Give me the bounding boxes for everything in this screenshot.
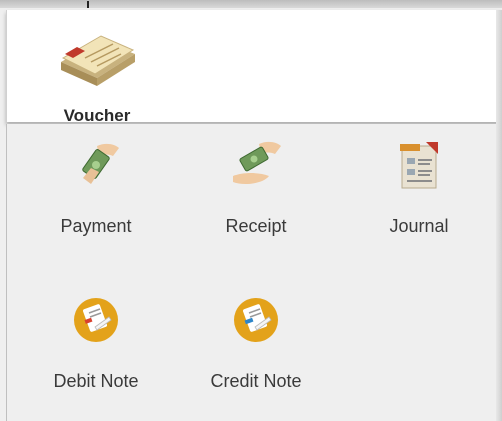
receipt-hands-cash-icon	[233, 141, 281, 184]
cheque-book-icon	[61, 35, 135, 86]
app-frame: Voucher Payment Receipt Journal Debit No…	[0, 0, 502, 421]
credit-note-item[interactable]: Credit Note	[181, 279, 331, 391]
text-cursor	[87, 1, 89, 8]
voucher-menu: Payment Receipt Journal Debit Note Credi…	[6, 124, 497, 421]
receipt-label: Receipt	[225, 216, 287, 236]
credit-note-label: Credit Note	[210, 371, 302, 391]
journal-item[interactable]: Journal	[344, 124, 494, 236]
payment-hand-cash-icon	[82, 143, 119, 184]
receipt-item[interactable]: Receipt	[181, 124, 331, 236]
payment-label: Payment	[60, 216, 132, 236]
debit-note-icon	[74, 298, 118, 342]
voucher-header[interactable]: Voucher	[6, 10, 502, 125]
voucher-title: Voucher	[63, 106, 131, 125]
debit-note-label: Debit Note	[53, 371, 139, 391]
credit-note-icon	[234, 298, 278, 342]
payment-item[interactable]: Payment	[21, 124, 171, 236]
journal-label: Journal	[389, 216, 449, 236]
debit-note-item[interactable]: Debit Note	[21, 279, 171, 391]
right-edge-shadow	[496, 10, 502, 421]
top-strip	[0, 0, 502, 8]
journal-document-icon	[400, 142, 438, 189]
